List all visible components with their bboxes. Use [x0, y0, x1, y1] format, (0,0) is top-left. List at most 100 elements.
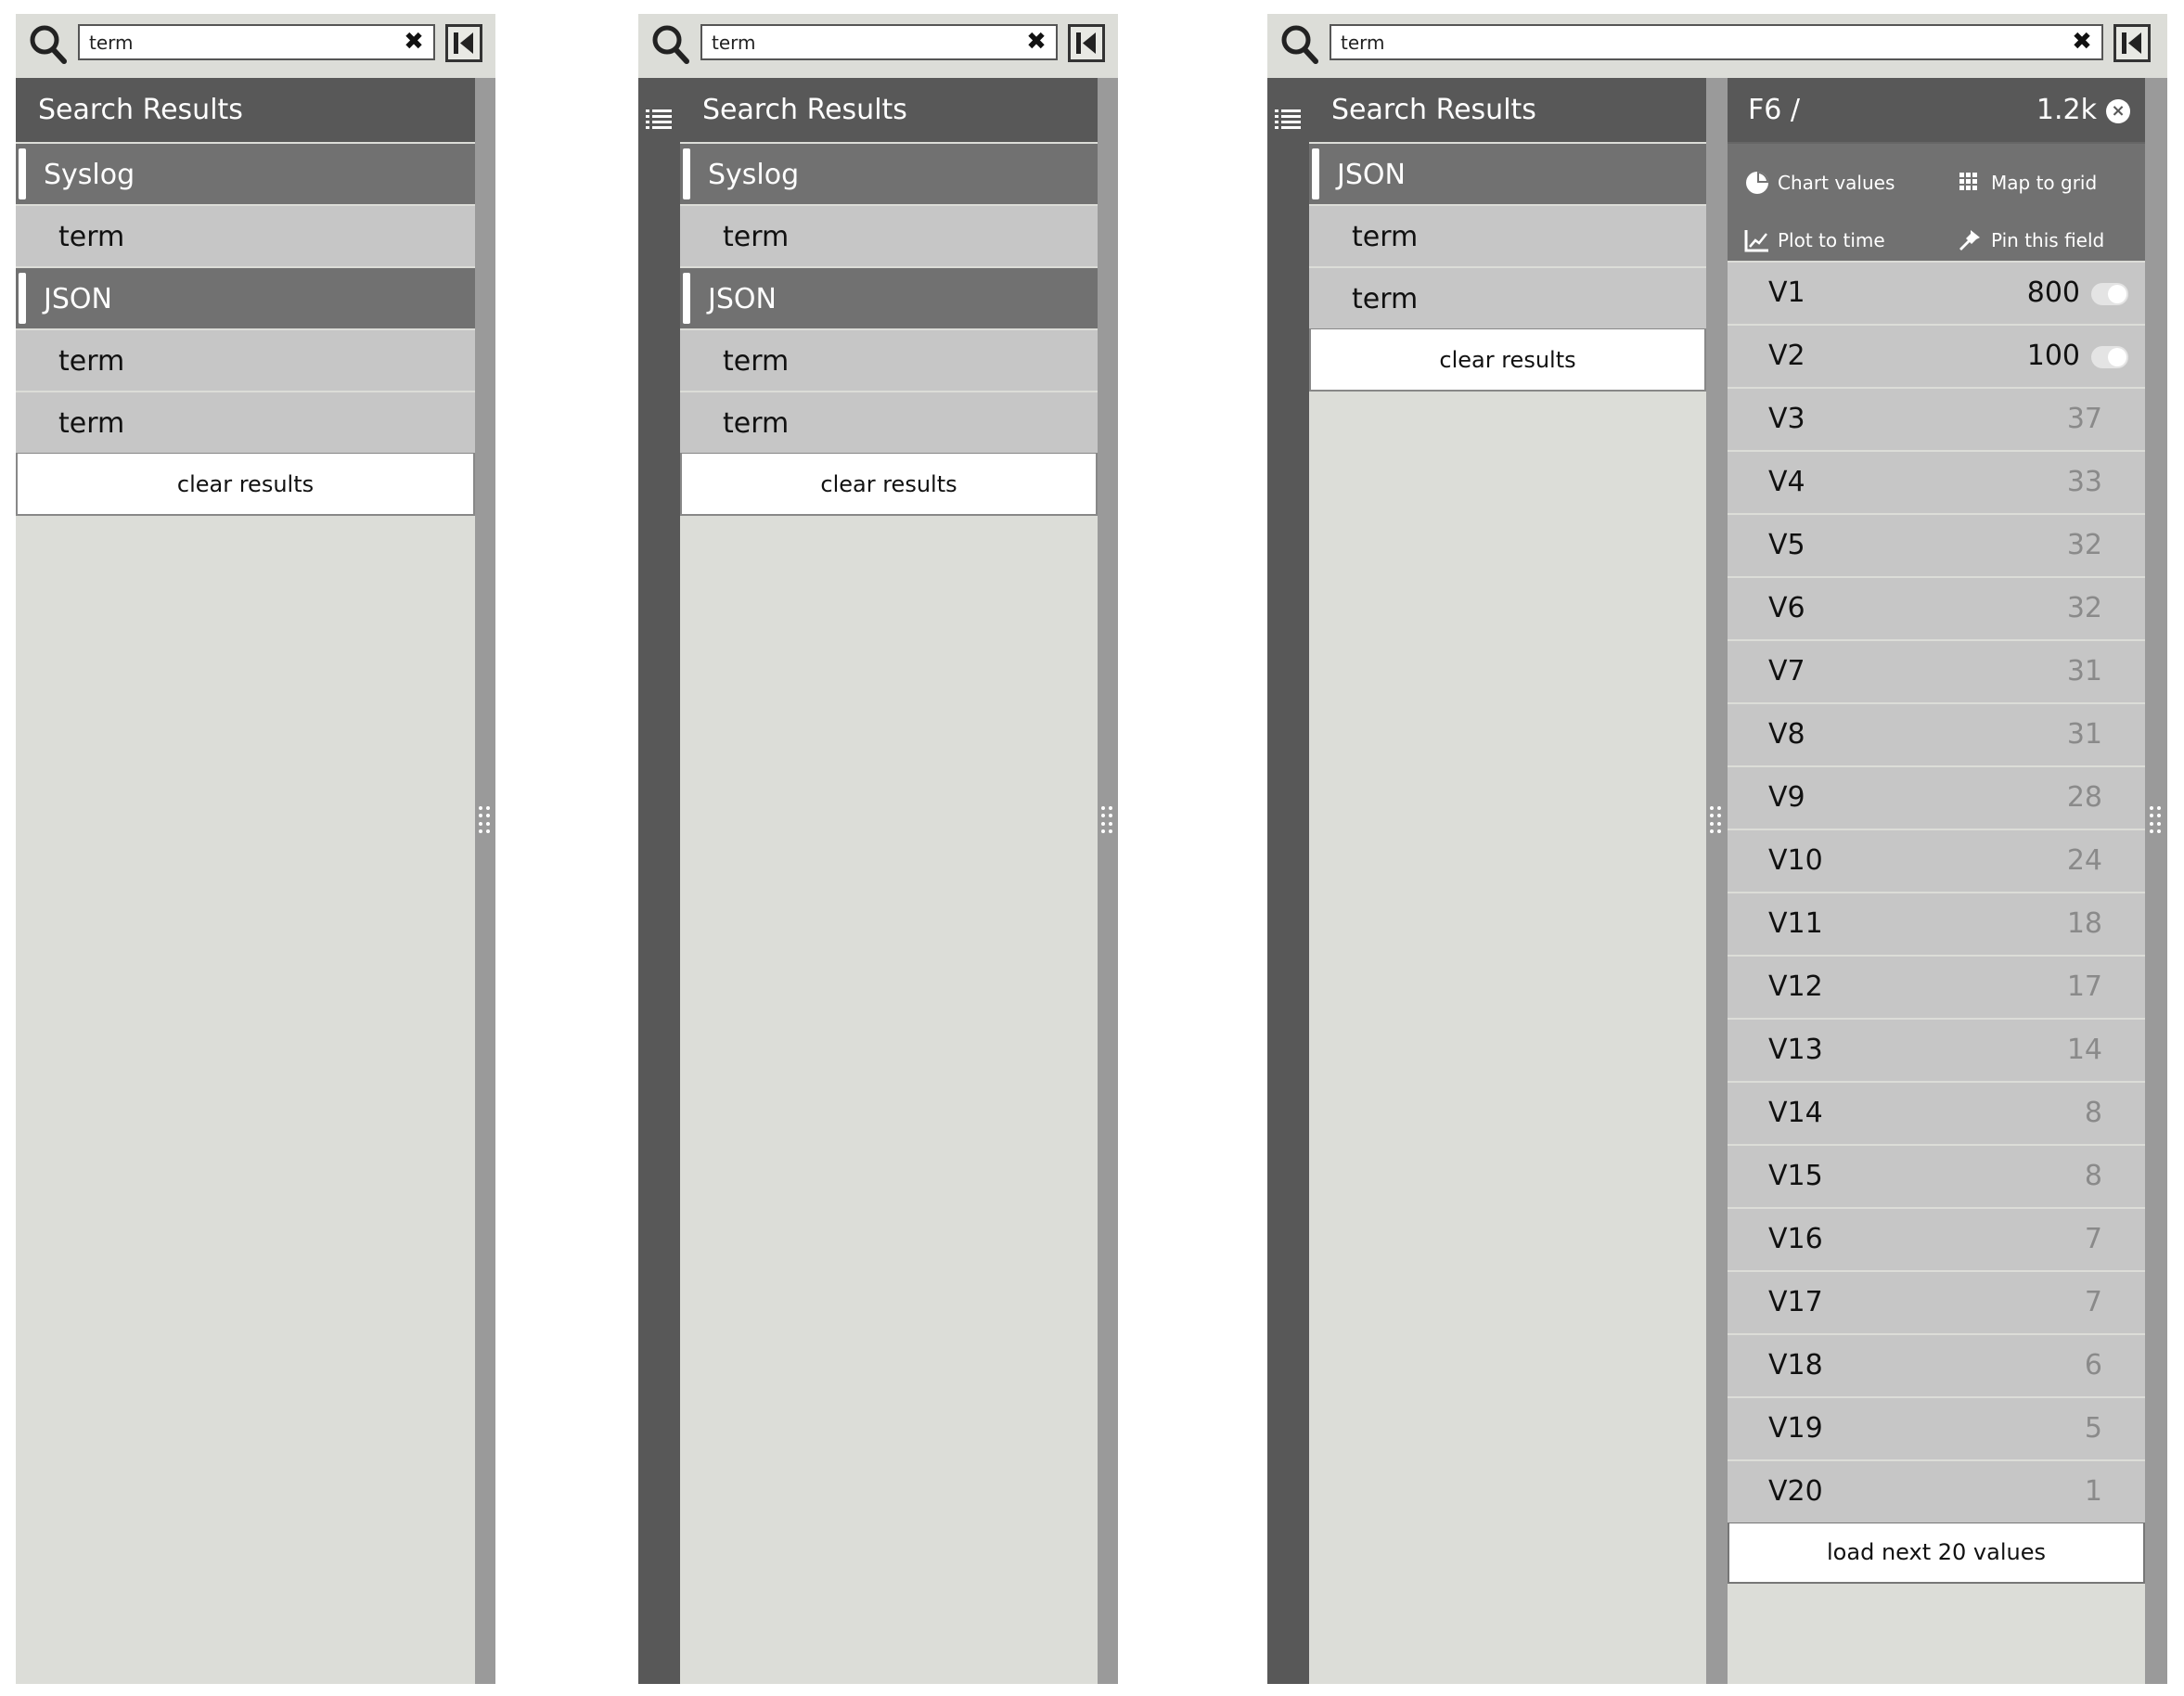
value-row[interactable]: V3 37	[1728, 387, 2145, 450]
value-row[interactable]: V6 32	[1728, 576, 2145, 639]
grip-icon[interactable]	[1710, 806, 1723, 834]
results-list: Search Results Syslog term JSON term ter…	[16, 78, 475, 516]
group-row-syslog[interactable]: Syslog	[680, 142, 1098, 204]
term-row[interactable]: term	[16, 328, 475, 391]
grip-icon[interactable]	[1101, 806, 1114, 834]
collapse-panel-button[interactable]	[1068, 24, 1105, 62]
search-bar: ✖	[16, 14, 495, 78]
field-count: 1.2k	[2036, 94, 2097, 126]
clear-results-button[interactable]: clear results	[1309, 328, 1706, 392]
value-count: 28	[2066, 781, 2102, 814]
search-bar: ✖	[638, 14, 1118, 78]
value-row[interactable]: V19 5	[1728, 1396, 2145, 1459]
search-field: ✖	[700, 24, 1058, 60]
map-to-grid-button[interactable]: Map to grid	[1948, 164, 2097, 201]
value-row[interactable]: V1 800	[1728, 261, 2145, 324]
search-icon[interactable]	[29, 24, 68, 65]
clear-results-button[interactable]: clear results	[680, 453, 1098, 516]
pin-field-label: Pin this field	[1991, 229, 2105, 251]
field-title: F6 /	[1748, 94, 1800, 126]
grip-icon[interactable]	[479, 806, 492, 834]
results-list: Search Results JSON term term clear resu…	[1309, 78, 1706, 392]
group-row-json[interactable]: JSON	[1309, 142, 1706, 204]
clear-search-icon[interactable]: ✖	[2070, 30, 2094, 54]
value-count: 37	[2066, 403, 2102, 435]
group-row-json[interactable]: JSON	[16, 266, 475, 328]
term-row[interactable]: term	[1309, 204, 1706, 266]
term-row[interactable]: term	[680, 391, 1098, 453]
value-row[interactable]: V13 14	[1728, 1018, 2145, 1081]
value-row[interactable]: V17 7	[1728, 1270, 2145, 1333]
search-icon[interactable]	[1280, 24, 1319, 65]
value-row[interactable]: V20 1	[1728, 1459, 2145, 1523]
value-toggle[interactable]	[2091, 346, 2128, 368]
value-count: 8	[2084, 1097, 2102, 1129]
value-row[interactable]: V16 7	[1728, 1207, 2145, 1270]
collapse-left-icon	[1076, 32, 1096, 54]
term-row[interactable]: term	[16, 204, 475, 266]
plot-icon	[1744, 230, 1768, 252]
collapse-panel-button[interactable]	[2113, 24, 2151, 62]
value-name: V3	[1768, 403, 1805, 435]
group-row-json[interactable]: JSON	[680, 266, 1098, 328]
value-row[interactable]: V10 24	[1728, 829, 2145, 892]
search-panel-collapsed-sidebar: ✖ Search Results Syslog term JSON term t…	[16, 14, 495, 1684]
value-name: V11	[1768, 907, 1823, 940]
list-icon[interactable]	[646, 108, 672, 132]
value-row[interactable]: V7 31	[1728, 639, 2145, 702]
clear-search-icon[interactable]: ✖	[402, 30, 426, 54]
pin-field-button[interactable]: Pin this field	[1948, 222, 2104, 259]
resize-rail[interactable]	[475, 78, 495, 1684]
value-row[interactable]: V4 33	[1728, 450, 2145, 513]
field-detail-header: F6 / 1.2k ×	[1728, 78, 2145, 142]
plot-to-time-button[interactable]: Plot to time	[1735, 222, 1885, 259]
results-header: Search Results	[16, 78, 475, 142]
field-actions: Chart values Map to grid Plot to time Pi…	[1728, 142, 2145, 261]
value-toggle[interactable]	[2091, 283, 2128, 305]
collapse-left-icon	[2122, 32, 2141, 54]
results-header: Search Results	[1309, 78, 1706, 142]
search-input[interactable]	[89, 26, 396, 58]
value-name: V13	[1768, 1034, 1823, 1066]
close-circle-icon[interactable]: ×	[2106, 99, 2130, 123]
field-detail-panel: F6 / 1.2k × Chart values Map to grid Plo…	[1728, 78, 2145, 1584]
value-row[interactable]: V2 100	[1728, 324, 2145, 387]
term-row[interactable]: term	[680, 328, 1098, 391]
load-next-values-button[interactable]: load next 20 values	[1728, 1523, 2145, 1584]
search-input[interactable]	[712, 26, 1019, 58]
value-row[interactable]: V9 28	[1728, 765, 2145, 829]
value-name: V14	[1768, 1097, 1823, 1129]
term-row[interactable]: term	[680, 204, 1098, 266]
value-row[interactable]: V12 17	[1728, 955, 2145, 1018]
group-row-syslog[interactable]: Syslog	[16, 142, 475, 204]
search-bar: ✖	[1267, 14, 2167, 78]
search-icon[interactable]	[651, 24, 690, 65]
chart-values-label: Chart values	[1778, 172, 1895, 194]
value-row[interactable]: V5 32	[1728, 513, 2145, 576]
chart-values-button[interactable]: Chart values	[1735, 164, 1895, 201]
value-name: V7	[1768, 655, 1805, 687]
clear-search-icon[interactable]: ✖	[1024, 30, 1048, 54]
value-row[interactable]: V15 8	[1728, 1144, 2145, 1207]
value-count: 17	[2066, 970, 2102, 1003]
value-row[interactable]: V11 18	[1728, 892, 2145, 955]
value-count: 24	[2066, 844, 2102, 877]
term-row[interactable]: term	[16, 391, 475, 453]
value-row[interactable]: V18 6	[1728, 1333, 2145, 1396]
collapse-panel-button[interactable]	[445, 24, 482, 62]
resize-rail-right[interactable]	[2145, 78, 2167, 1684]
grid-icon	[1959, 173, 1977, 190]
pin-icon	[1959, 230, 1980, 251]
value-name: V8	[1768, 718, 1805, 751]
grip-icon[interactable]	[2150, 806, 2163, 834]
resize-rail[interactable]	[1706, 78, 1728, 1684]
value-row[interactable]: V8 31	[1728, 702, 2145, 765]
list-icon[interactable]	[1275, 108, 1301, 132]
sidebar-rail	[1267, 78, 1309, 1684]
clear-results-button[interactable]: clear results	[16, 453, 475, 516]
search-input[interactable]	[1341, 26, 2064, 58]
term-row[interactable]: term	[1309, 266, 1706, 328]
value-row[interactable]: V14 8	[1728, 1081, 2145, 1144]
search-panel-with-sidebar: ✖ Search Results Syslog term JSON term t…	[638, 14, 1118, 1684]
resize-rail[interactable]	[1098, 78, 1118, 1684]
